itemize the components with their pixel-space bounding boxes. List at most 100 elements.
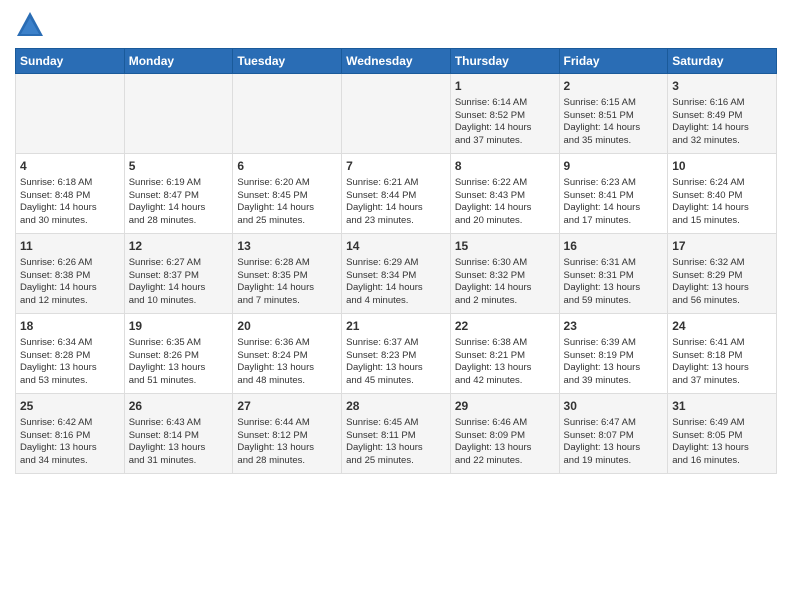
day-info: Sunrise: 6:46 AM Sunset: 8:09 PM Dayligh… xyxy=(455,417,555,468)
day-number: 25 xyxy=(20,398,120,415)
weekday-header-wednesday: Wednesday xyxy=(342,49,451,74)
weekday-header-tuesday: Tuesday xyxy=(233,49,342,74)
day-number: 11 xyxy=(20,238,120,255)
day-number: 9 xyxy=(564,158,664,175)
day-number: 2 xyxy=(564,78,664,95)
day-info: Sunrise: 6:14 AM Sunset: 8:52 PM Dayligh… xyxy=(455,97,555,148)
day-info: Sunrise: 6:29 AM Sunset: 8:34 PM Dayligh… xyxy=(346,257,446,308)
calendar-cell: 4 Sunrise: 6:18 AM Sunset: 8:48 PM Daylig… xyxy=(16,154,125,234)
day-info: Sunrise: 6:47 AM Sunset: 8:07 PM Dayligh… xyxy=(564,417,664,468)
day-info: Sunrise: 6:16 AM Sunset: 8:49 PM Dayligh… xyxy=(672,97,772,148)
day-number: 21 xyxy=(346,318,446,335)
calendar-cell: 22 Sunrise: 6:38 AM Sunset: 8:21 PM Dayli… xyxy=(450,314,559,394)
day-info: Sunrise: 6:15 AM Sunset: 8:51 PM Dayligh… xyxy=(564,97,664,148)
day-info: Sunrise: 6:26 AM Sunset: 8:38 PM Dayligh… xyxy=(20,257,120,308)
calendar-cell: 23 Sunrise: 6:39 AM Sunset: 8:19 PM Dayli… xyxy=(559,314,668,394)
calendar-cell: 1Sunrise: 6:14 AM Sunset: 8:52 PM Daylig… xyxy=(450,74,559,154)
calendar-cell: 3 Sunrise: 6:16 AM Sunset: 8:49 PM Daylig… xyxy=(668,74,777,154)
day-info: Sunrise: 6:19 AM Sunset: 8:47 PM Dayligh… xyxy=(129,177,229,228)
calendar-cell: 26 Sunrise: 6:43 AM Sunset: 8:14 PM Dayli… xyxy=(124,394,233,474)
day-info: Sunrise: 6:43 AM Sunset: 8:14 PM Dayligh… xyxy=(129,417,229,468)
calendar-cell xyxy=(124,74,233,154)
calendar-cell: 16 Sunrise: 6:31 AM Sunset: 8:31 PM Dayli… xyxy=(559,234,668,314)
day-info: Sunrise: 6:38 AM Sunset: 8:21 PM Dayligh… xyxy=(455,337,555,388)
weekday-header-saturday: Saturday xyxy=(668,49,777,74)
day-number: 12 xyxy=(129,238,229,255)
logo xyxy=(15,10,49,40)
day-info: Sunrise: 6:37 AM Sunset: 8:23 PM Dayligh… xyxy=(346,337,446,388)
calendar-cell: 19 Sunrise: 6:35 AM Sunset: 8:26 PM Dayli… xyxy=(124,314,233,394)
day-number: 5 xyxy=(129,158,229,175)
day-number: 31 xyxy=(672,398,772,415)
day-number: 8 xyxy=(455,158,555,175)
day-number: 24 xyxy=(672,318,772,335)
calendar-cell: 24 Sunrise: 6:41 AM Sunset: 8:18 PM Dayli… xyxy=(668,314,777,394)
day-number: 15 xyxy=(455,238,555,255)
day-number: 10 xyxy=(672,158,772,175)
day-number: 27 xyxy=(237,398,337,415)
day-number: 28 xyxy=(346,398,446,415)
calendar-cell: 28 Sunrise: 6:45 AM Sunset: 8:11 PM Dayli… xyxy=(342,394,451,474)
day-number: 29 xyxy=(455,398,555,415)
calendar-cell: 20 Sunrise: 6:36 AM Sunset: 8:24 PM Dayli… xyxy=(233,314,342,394)
day-number: 18 xyxy=(20,318,120,335)
day-info: Sunrise: 6:45 AM Sunset: 8:11 PM Dayligh… xyxy=(346,417,446,468)
day-info: Sunrise: 6:34 AM Sunset: 8:28 PM Dayligh… xyxy=(20,337,120,388)
day-info: Sunrise: 6:32 AM Sunset: 8:29 PM Dayligh… xyxy=(672,257,772,308)
day-number: 6 xyxy=(237,158,337,175)
day-number: 30 xyxy=(564,398,664,415)
day-number: 20 xyxy=(237,318,337,335)
calendar-cell: 6 Sunrise: 6:20 AM Sunset: 8:45 PM Daylig… xyxy=(233,154,342,234)
day-info: Sunrise: 6:36 AM Sunset: 8:24 PM Dayligh… xyxy=(237,337,337,388)
calendar-cell: 15 Sunrise: 6:30 AM Sunset: 8:32 PM Dayli… xyxy=(450,234,559,314)
day-number: 14 xyxy=(346,238,446,255)
calendar-cell: 31 Sunrise: 6:49 AM Sunset: 8:05 PM Dayli… xyxy=(668,394,777,474)
day-number: 17 xyxy=(672,238,772,255)
day-number: 4 xyxy=(20,158,120,175)
day-info: Sunrise: 6:35 AM Sunset: 8:26 PM Dayligh… xyxy=(129,337,229,388)
calendar-cell: 7 Sunrise: 6:21 AM Sunset: 8:44 PM Daylig… xyxy=(342,154,451,234)
day-info: Sunrise: 6:30 AM Sunset: 8:32 PM Dayligh… xyxy=(455,257,555,308)
day-number: 16 xyxy=(564,238,664,255)
weekday-header-sunday: Sunday xyxy=(16,49,125,74)
day-info: Sunrise: 6:24 AM Sunset: 8:40 PM Dayligh… xyxy=(672,177,772,228)
day-number: 19 xyxy=(129,318,229,335)
weekday-header-monday: Monday xyxy=(124,49,233,74)
calendar-cell xyxy=(342,74,451,154)
weekday-header-friday: Friday xyxy=(559,49,668,74)
calendar-cell: 30 Sunrise: 6:47 AM Sunset: 8:07 PM Dayli… xyxy=(559,394,668,474)
day-number: 26 xyxy=(129,398,229,415)
day-info: Sunrise: 6:39 AM Sunset: 8:19 PM Dayligh… xyxy=(564,337,664,388)
calendar-week-row: 25 Sunrise: 6:42 AM Sunset: 8:16 PM Dayli… xyxy=(16,394,777,474)
day-info: Sunrise: 6:20 AM Sunset: 8:45 PM Dayligh… xyxy=(237,177,337,228)
calendar-week-row: 11 Sunrise: 6:26 AM Sunset: 8:38 PM Dayli… xyxy=(16,234,777,314)
day-number: 7 xyxy=(346,158,446,175)
calendar-cell: 29 Sunrise: 6:46 AM Sunset: 8:09 PM Dayli… xyxy=(450,394,559,474)
day-info: Sunrise: 6:41 AM Sunset: 8:18 PM Dayligh… xyxy=(672,337,772,388)
day-number: 23 xyxy=(564,318,664,335)
calendar-cell xyxy=(233,74,342,154)
calendar-header: SundayMondayTuesdayWednesdayThursdayFrid… xyxy=(16,49,777,74)
calendar-week-row: 4 Sunrise: 6:18 AM Sunset: 8:48 PM Daylig… xyxy=(16,154,777,234)
day-info: Sunrise: 6:49 AM Sunset: 8:05 PM Dayligh… xyxy=(672,417,772,468)
day-info: Sunrise: 6:18 AM Sunset: 8:48 PM Dayligh… xyxy=(20,177,120,228)
day-info: Sunrise: 6:28 AM Sunset: 8:35 PM Dayligh… xyxy=(237,257,337,308)
calendar-cell: 12 Sunrise: 6:27 AM Sunset: 8:37 PM Dayli… xyxy=(124,234,233,314)
calendar-cell: 18 Sunrise: 6:34 AM Sunset: 8:28 PM Dayli… xyxy=(16,314,125,394)
day-number: 3 xyxy=(672,78,772,95)
day-info: Sunrise: 6:42 AM Sunset: 8:16 PM Dayligh… xyxy=(20,417,120,468)
day-info: Sunrise: 6:31 AM Sunset: 8:31 PM Dayligh… xyxy=(564,257,664,308)
calendar-cell: 25 Sunrise: 6:42 AM Sunset: 8:16 PM Dayli… xyxy=(16,394,125,474)
day-number: 22 xyxy=(455,318,555,335)
day-info: Sunrise: 6:27 AM Sunset: 8:37 PM Dayligh… xyxy=(129,257,229,308)
weekday-header-thursday: Thursday xyxy=(450,49,559,74)
calendar-container: SundayMondayTuesdayWednesdayThursdayFrid… xyxy=(0,0,792,612)
day-info: Sunrise: 6:44 AM Sunset: 8:12 PM Dayligh… xyxy=(237,417,337,468)
weekday-header-row: SundayMondayTuesdayWednesdayThursdayFrid… xyxy=(16,49,777,74)
calendar-cell: 27 Sunrise: 6:44 AM Sunset: 8:12 PM Dayli… xyxy=(233,394,342,474)
day-info: Sunrise: 6:22 AM Sunset: 8:43 PM Dayligh… xyxy=(455,177,555,228)
calendar-cell: 14 Sunrise: 6:29 AM Sunset: 8:34 PM Dayli… xyxy=(342,234,451,314)
calendar-cell: 21 Sunrise: 6:37 AM Sunset: 8:23 PM Dayli… xyxy=(342,314,451,394)
calendar-week-row: 18 Sunrise: 6:34 AM Sunset: 8:28 PM Dayli… xyxy=(16,314,777,394)
day-info: Sunrise: 6:21 AM Sunset: 8:44 PM Dayligh… xyxy=(346,177,446,228)
